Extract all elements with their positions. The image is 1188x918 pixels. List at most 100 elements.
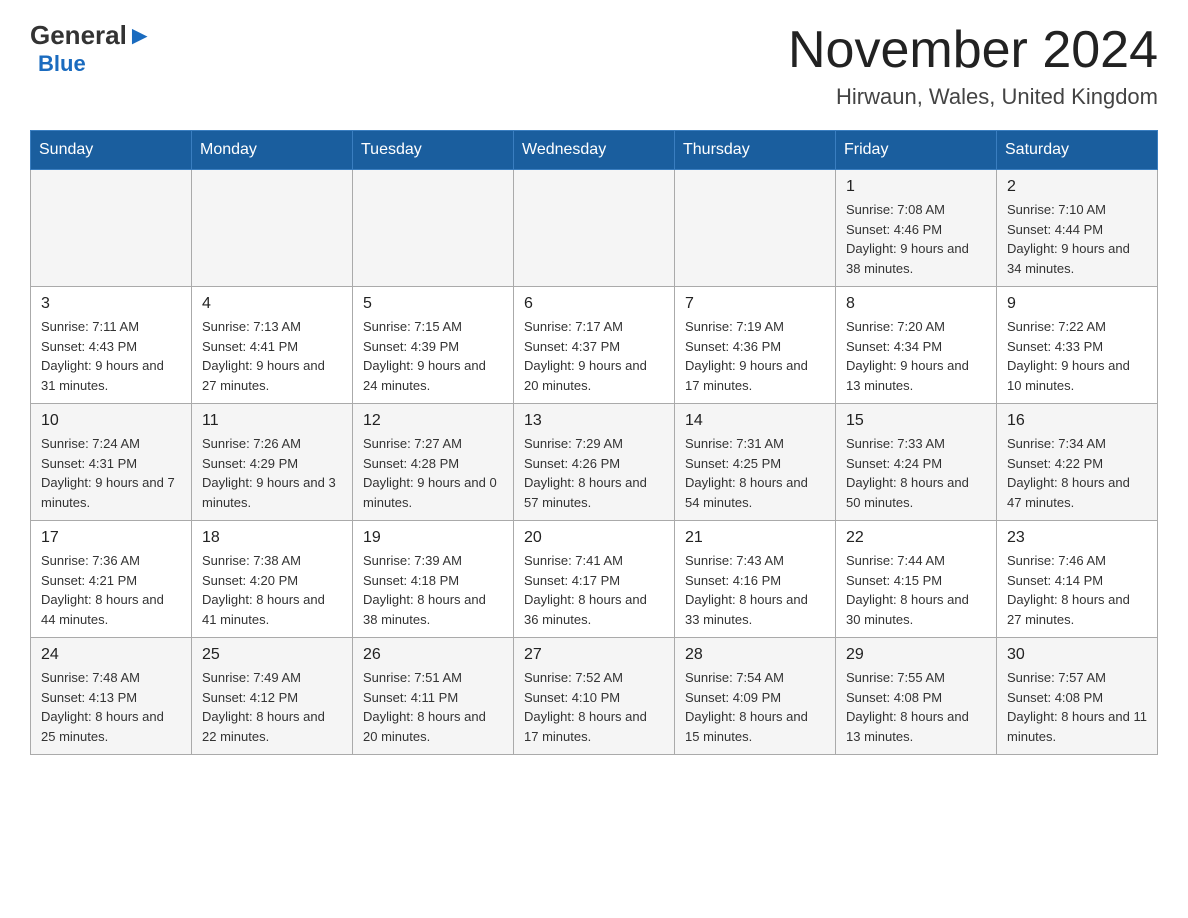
calendar-cell: 11 Sunrise: 7:26 AM Sunset: 4:29 PM Dayli… xyxy=(192,404,353,521)
day-info: Sunrise: 7:08 AM Sunset: 4:46 PM Dayligh… xyxy=(846,200,986,278)
day-number: 4 xyxy=(202,295,342,313)
day-number: 19 xyxy=(363,529,503,547)
calendar-header-thursday: Thursday xyxy=(675,131,836,170)
calendar-cell: 1 Sunrise: 7:08 AM Sunset: 4:46 PM Daylig… xyxy=(836,170,997,287)
day-number: 2 xyxy=(1007,178,1147,196)
month-title: November 2024 xyxy=(788,20,1158,80)
day-number: 6 xyxy=(524,295,664,313)
day-info: Sunrise: 7:20 AM Sunset: 4:34 PM Dayligh… xyxy=(846,317,986,395)
calendar-cell: 30 Sunrise: 7:57 AM Sunset: 4:08 PM Dayli… xyxy=(997,638,1158,755)
day-number: 30 xyxy=(1007,646,1147,664)
calendar-cell: 23Sunrise: 7:46 AM Sunset: 4:14 PM Dayli… xyxy=(997,521,1158,638)
calendar-cell xyxy=(675,170,836,287)
calendar-cell: 29 Sunrise: 7:55 AM Sunset: 4:08 PM Dayli… xyxy=(836,638,997,755)
day-info: Sunrise: 7:49 AM Sunset: 4:12 PM Dayligh… xyxy=(202,668,342,746)
logo-blue-text: ► xyxy=(127,20,153,51)
day-number: 8 xyxy=(846,295,986,313)
calendar-header-saturday: Saturday xyxy=(997,131,1158,170)
calendar-cell: 13 Sunrise: 7:29 AM Sunset: 4:26 PM Dayli… xyxy=(514,404,675,521)
page-header: General ► Blue November 2024 Hirwaun, Wa… xyxy=(30,20,1158,110)
day-number: 18 xyxy=(202,529,342,547)
day-info: Sunrise: 7:34 AM Sunset: 4:22 PM Dayligh… xyxy=(1007,434,1147,512)
calendar-week-row: 24 Sunrise: 7:48 AM Sunset: 4:13 PM Dayli… xyxy=(31,638,1158,755)
day-number: 24 xyxy=(41,646,181,664)
day-number: 25 xyxy=(202,646,342,664)
location-text: Hirwaun, Wales, United Kingdom xyxy=(788,84,1158,110)
day-info: Sunrise: 7:26 AM Sunset: 4:29 PM Dayligh… xyxy=(202,434,342,512)
calendar-cell: 27Sunrise: 7:52 AM Sunset: 4:10 PM Dayli… xyxy=(514,638,675,755)
day-info: Sunrise: 7:15 AM Sunset: 4:39 PM Dayligh… xyxy=(363,317,503,395)
calendar-cell: 3Sunrise: 7:11 AM Sunset: 4:43 PM Daylig… xyxy=(31,287,192,404)
day-info: Sunrise: 7:36 AM Sunset: 4:21 PM Dayligh… xyxy=(41,551,181,629)
day-number: 17 xyxy=(41,529,181,547)
calendar-cell: 22 Sunrise: 7:44 AM Sunset: 4:15 PM Dayli… xyxy=(836,521,997,638)
day-info: Sunrise: 7:19 AM Sunset: 4:36 PM Dayligh… xyxy=(685,317,825,395)
day-info: Sunrise: 7:46 AM Sunset: 4:14 PM Dayligh… xyxy=(1007,551,1147,629)
day-info: Sunrise: 7:39 AM Sunset: 4:18 PM Dayligh… xyxy=(363,551,503,629)
calendar-table: SundayMondayTuesdayWednesdayThursdayFrid… xyxy=(30,130,1158,755)
calendar-cell: 7 Sunrise: 7:19 AM Sunset: 4:36 PM Daylig… xyxy=(675,287,836,404)
calendar-header-sunday: Sunday xyxy=(31,131,192,170)
day-number: 22 xyxy=(846,529,986,547)
day-number: 7 xyxy=(685,295,825,313)
day-info: Sunrise: 7:22 AM Sunset: 4:33 PM Dayligh… xyxy=(1007,317,1147,395)
day-info: Sunrise: 7:31 AM Sunset: 4:25 PM Dayligh… xyxy=(685,434,825,512)
day-number: 21 xyxy=(685,529,825,547)
calendar-cell: 18 Sunrise: 7:38 AM Sunset: 4:20 PM Dayli… xyxy=(192,521,353,638)
calendar-cell: 12Sunrise: 7:27 AM Sunset: 4:28 PM Dayli… xyxy=(353,404,514,521)
calendar-cell xyxy=(31,170,192,287)
day-number: 1 xyxy=(846,178,986,196)
day-info: Sunrise: 7:33 AM Sunset: 4:24 PM Dayligh… xyxy=(846,434,986,512)
calendar-cell: 16 Sunrise: 7:34 AM Sunset: 4:22 PM Dayli… xyxy=(997,404,1158,521)
calendar-cell: 5Sunrise: 7:15 AM Sunset: 4:39 PM Daylig… xyxy=(353,287,514,404)
calendar-header-row: SundayMondayTuesdayWednesdayThursdayFrid… xyxy=(31,131,1158,170)
calendar-header-wednesday: Wednesday xyxy=(514,131,675,170)
day-info: Sunrise: 7:29 AM Sunset: 4:26 PM Dayligh… xyxy=(524,434,664,512)
day-info: Sunrise: 7:13 AM Sunset: 4:41 PM Dayligh… xyxy=(202,317,342,395)
calendar-cell: 15 Sunrise: 7:33 AM Sunset: 4:24 PM Dayli… xyxy=(836,404,997,521)
day-info: Sunrise: 7:57 AM Sunset: 4:08 PM Dayligh… xyxy=(1007,668,1147,746)
day-info: Sunrise: 7:41 AM Sunset: 4:17 PM Dayligh… xyxy=(524,551,664,629)
calendar-cell: 24 Sunrise: 7:48 AM Sunset: 4:13 PM Dayli… xyxy=(31,638,192,755)
day-number: 29 xyxy=(846,646,986,664)
day-number: 14 xyxy=(685,412,825,430)
calendar-week-row: 3Sunrise: 7:11 AM Sunset: 4:43 PM Daylig… xyxy=(31,287,1158,404)
logo-blue-label: Blue xyxy=(38,51,86,77)
calendar-cell: 19 Sunrise: 7:39 AM Sunset: 4:18 PM Dayli… xyxy=(353,521,514,638)
calendar-cell: 9Sunrise: 7:22 AM Sunset: 4:33 PM Daylig… xyxy=(997,287,1158,404)
calendar-cell: 25 Sunrise: 7:49 AM Sunset: 4:12 PM Dayli… xyxy=(192,638,353,755)
day-info: Sunrise: 7:51 AM Sunset: 4:11 PM Dayligh… xyxy=(363,668,503,746)
logo-general-text: General xyxy=(30,20,127,51)
day-number: 13 xyxy=(524,412,664,430)
day-info: Sunrise: 7:44 AM Sunset: 4:15 PM Dayligh… xyxy=(846,551,986,629)
day-number: 26 xyxy=(363,646,503,664)
day-number: 10 xyxy=(41,412,181,430)
day-number: 15 xyxy=(846,412,986,430)
calendar-week-row: 1 Sunrise: 7:08 AM Sunset: 4:46 PM Daylig… xyxy=(31,170,1158,287)
calendar-cell: 26 Sunrise: 7:51 AM Sunset: 4:11 PM Dayli… xyxy=(353,638,514,755)
day-number: 27 xyxy=(524,646,664,664)
calendar-cell xyxy=(353,170,514,287)
calendar-cell: 20 Sunrise: 7:41 AM Sunset: 4:17 PM Dayli… xyxy=(514,521,675,638)
calendar-header-tuesday: Tuesday xyxy=(353,131,514,170)
day-info: Sunrise: 7:43 AM Sunset: 4:16 PM Dayligh… xyxy=(685,551,825,629)
day-number: 11 xyxy=(202,412,342,430)
day-info: Sunrise: 7:55 AM Sunset: 4:08 PM Dayligh… xyxy=(846,668,986,746)
day-info: Sunrise: 7:24 AM Sunset: 4:31 PM Dayligh… xyxy=(41,434,181,512)
calendar-cell: 2 Sunrise: 7:10 AM Sunset: 4:44 PM Daylig… xyxy=(997,170,1158,287)
title-section: November 2024 Hirwaun, Wales, United Kin… xyxy=(788,20,1158,110)
day-info: Sunrise: 7:48 AM Sunset: 4:13 PM Dayligh… xyxy=(41,668,181,746)
day-info: Sunrise: 7:10 AM Sunset: 4:44 PM Dayligh… xyxy=(1007,200,1147,278)
day-number: 3 xyxy=(41,295,181,313)
calendar-cell: 14 Sunrise: 7:31 AM Sunset: 4:25 PM Dayli… xyxy=(675,404,836,521)
day-number: 20 xyxy=(524,529,664,547)
day-number: 16 xyxy=(1007,412,1147,430)
calendar-cell: 4 Sunrise: 7:13 AM Sunset: 4:41 PM Daylig… xyxy=(192,287,353,404)
day-info: Sunrise: 7:38 AM Sunset: 4:20 PM Dayligh… xyxy=(202,551,342,629)
logo: General ► Blue xyxy=(30,20,153,77)
calendar-cell: 8 Sunrise: 7:20 AM Sunset: 4:34 PM Daylig… xyxy=(836,287,997,404)
calendar-cell xyxy=(514,170,675,287)
calendar-header-monday: Monday xyxy=(192,131,353,170)
calendar-week-row: 17 Sunrise: 7:36 AM Sunset: 4:21 PM Dayli… xyxy=(31,521,1158,638)
calendar-cell: 21 Sunrise: 7:43 AM Sunset: 4:16 PM Dayli… xyxy=(675,521,836,638)
